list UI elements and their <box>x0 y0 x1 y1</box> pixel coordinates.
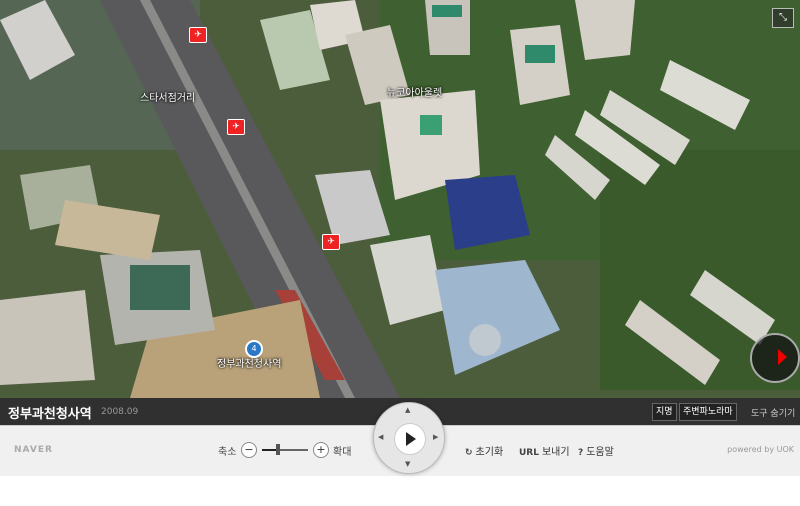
map-marker-icon[interactable]: ✈ <box>227 119 245 135</box>
zoom-out-label: 축소 <box>218 447 237 458</box>
pan-right-icon[interactable]: ▶ <box>433 433 438 441</box>
fullscreen-icon[interactable]: ⤡ <box>772 8 794 28</box>
reset-button[interactable]: ↻ 초기화 <box>465 443 503 458</box>
play-icon <box>406 432 416 446</box>
map-label-station: 정부과천청사역 <box>217 359 282 370</box>
map-label-outlet: 뉴코아아울렛 <box>387 88 443 99</box>
aerial-map-view[interactable]: 스타서점거리 뉴코아아울렛 정부과천청사역 ✈ ✈ ✈ 4 ⤡ <box>0 0 800 398</box>
map-marker-icon[interactable]: ✈ <box>322 234 340 250</box>
navigation-wheel[interactable]: ▲ ▼ ◀ ▶ <box>373 402 445 474</box>
map-label-street: 스타서점거리 <box>140 93 196 104</box>
map-marker-icon[interactable]: ✈ <box>189 27 207 43</box>
place-title: 정부과천청사역 <box>8 407 92 422</box>
subway-station-icon[interactable]: 4 <box>245 340 263 358</box>
nearby-panorama-button[interactable]: 주변파노라마 <box>679 403 737 421</box>
capture-date: 2008.09 <box>101 407 139 417</box>
url-icon: URL <box>519 448 539 458</box>
zoom-in-button[interactable]: + <box>313 442 329 458</box>
zoom-slider-track[interactable] <box>262 449 308 451</box>
powered-by-text: powered by UOK <box>727 445 794 454</box>
naver-logo: NAVER <box>14 445 53 455</box>
reset-label: 초기화 <box>475 447 504 458</box>
help-button[interactable]: ? 도움말 <box>578 443 614 458</box>
zoom-in-label: 확대 <box>333 447 352 458</box>
hide-tools-button[interactable]: 도구 숨기기 <box>751 406 795 419</box>
pan-up-icon[interactable]: ▲ <box>405 406 410 414</box>
place-name-button[interactable]: 지명 <box>652 403 677 421</box>
send-url-button[interactable]: URL 보내기 <box>519 443 570 458</box>
send-label: 보내기 <box>541 447 570 458</box>
reset-icon: ↻ <box>465 448 473 458</box>
aerial-photo <box>0 0 800 398</box>
pan-left-icon[interactable]: ◀ <box>378 433 383 441</box>
zoom-out-button[interactable]: − <box>241 442 257 458</box>
zoom-slider-thumb[interactable] <box>276 444 281 455</box>
compass-icon[interactable] <box>750 333 800 383</box>
pan-down-icon[interactable]: ▼ <box>405 460 410 468</box>
play-button[interactable] <box>394 423 426 455</box>
help-label: 도움말 <box>586 447 614 458</box>
help-icon: ? <box>578 448 584 458</box>
aerial-panorama-viewer[interactable]: 스타서점거리 뉴코아아울렛 정부과천청사역 ✈ ✈ ✈ 4 ⤡ 정부과천청사역 … <box>0 0 800 476</box>
